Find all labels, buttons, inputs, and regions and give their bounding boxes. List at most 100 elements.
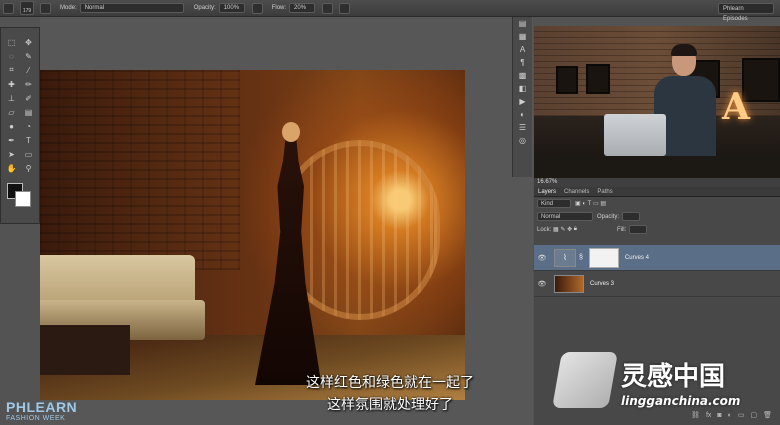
airbrush-icon[interactable] (322, 2, 334, 14)
lock-transparent-icon[interactable]: ▦ (553, 226, 559, 233)
lock-position-icon[interactable]: ✥ (567, 226, 572, 233)
curves-adjustment-icon: ⌇ (554, 248, 576, 267)
brush-tool-icon[interactable] (3, 2, 14, 14)
pen-tool-icon[interactable]: ✒ (4, 134, 19, 146)
tab-paths[interactable]: Paths (593, 189, 616, 195)
tools-panel: ⬚ ✥ ◌ ✎ ⌗ ⁄ ✚ ✏ ⊥ ✐ ▱ ▤ ● ◔ ✒ T ➤ ▭ ✋ ⚲ (0, 27, 40, 224)
filter-type-icon[interactable]: T (588, 201, 592, 207)
mode-select[interactable]: Normal (79, 3, 184, 13)
phlearn-brand: PHLEARN (6, 399, 78, 415)
pressure-opacity-icon[interactable] (251, 2, 263, 14)
info-panel-icon[interactable]: ▦ (513, 30, 532, 43)
visibility-eye-icon[interactable]: 👁︎ (534, 254, 550, 262)
mode-label: Mode: (60, 5, 77, 11)
blur-tool-icon[interactable]: ● (4, 120, 19, 132)
lingganchina-logo (552, 352, 618, 408)
layer-name: Curves 3 (590, 280, 615, 287)
wall-frame (586, 64, 610, 94)
side-table (40, 325, 130, 375)
actions-panel-icon[interactable]: ▶ (513, 95, 532, 108)
tab-layers[interactable]: Layers (534, 189, 560, 195)
healing-tool-icon[interactable]: ✚ (4, 78, 19, 90)
histogram-panel-icon[interactable]: ▤ (513, 17, 532, 30)
document-image[interactable] (40, 70, 465, 400)
layer-thumbnail (554, 274, 584, 293)
swatches-panel-icon[interactable]: ▩ (513, 69, 532, 82)
history-brush-tool-icon[interactable]: ✐ (21, 92, 36, 104)
video-desk (534, 154, 780, 178)
brush-preset-picker[interactable]: 179 (20, 1, 34, 15)
lingganchina-watermark: 灵感中国 lingganchina.com (552, 352, 780, 422)
layer-opacity-input[interactable] (622, 212, 641, 221)
adjustments-panel-icon[interactable]: ◐ (513, 108, 532, 121)
layer-filter-row: Kind ▣ ◐ T ▭ ▤ (534, 197, 780, 210)
model-head (282, 122, 300, 142)
path-select-tool-icon[interactable]: ➤ (4, 148, 19, 160)
mask-link-icon[interactable]: § (579, 254, 583, 261)
navigator-bar: 16.67% (534, 178, 780, 187)
marquee-tool-icon[interactable]: ⬚ (4, 36, 19, 48)
shape-tool-icon[interactable]: ▭ (21, 148, 36, 160)
layer-name: Curves 4 (624, 254, 649, 261)
lingganchina-cn: 灵感中国 (621, 362, 726, 392)
blend-row: Normal Opacity: (534, 210, 780, 223)
marquee-letter-sign: A (722, 86, 750, 128)
styles-panel-icon[interactable]: ◧ (513, 82, 532, 95)
laptop (604, 114, 666, 156)
phlearn-watermark: PHLEARN FASHION WEEK (6, 399, 77, 422)
panel-dock: ▤ ▦ A ¶ ▩ ◧ ▶ ◐ ☰ ◎ (512, 17, 532, 177)
properties-panel-icon[interactable]: ☰ (513, 121, 532, 134)
brush-panel-toggle-icon[interactable] (40, 2, 51, 14)
kind-filter-select[interactable]: Kind (537, 199, 571, 208)
quick-select-tool-icon[interactable]: ✎ (21, 50, 36, 62)
fill-input[interactable] (629, 225, 648, 234)
layer-row[interactable]: 👁︎ ⌇ § Curves 4 (534, 245, 780, 271)
lock-all-icon[interactable]: 🔒︎ (574, 226, 577, 233)
options-bar: 179 Mode: Normal Opacity: 100% Flow: 20%… (0, 0, 780, 22)
pressure-size-icon[interactable] (339, 2, 351, 14)
filter-adjustment-icon[interactable]: ◐ (582, 201, 586, 207)
brush-size: 179 (22, 8, 32, 14)
wall-frame (556, 66, 578, 94)
flow-label: Flow: (271, 5, 287, 11)
background-color-swatch[interactable] (15, 191, 31, 207)
tab-channels[interactable]: Channels (560, 189, 593, 195)
filter-pixel-icon[interactable]: ▣ (575, 200, 581, 207)
gradient-tool-icon[interactable]: ▤ (21, 106, 36, 118)
photoshop-window: 179 Mode: Normal Opacity: 100% Flow: 20%… (0, 0, 780, 425)
crop-tool-icon[interactable]: ⌗ (4, 64, 19, 76)
flow-input[interactable]: 20% (289, 3, 316, 13)
lock-label: Lock: (537, 226, 552, 233)
panel-tabs: Layers Channels Paths (534, 187, 780, 197)
presenter-video: A (534, 26, 780, 178)
fill-label: Fill: (616, 226, 627, 233)
filter-shape-icon[interactable]: ▭ (593, 200, 599, 207)
paragraph-panel-icon[interactable]: ¶ (513, 56, 532, 69)
workspace-select[interactable]: Phlearn Episodes (718, 3, 774, 22)
lock-row: Lock: ▦ ✎ ✥ 🔒︎ Fill: (534, 223, 780, 236)
zoom-tool-icon[interactable]: ⚲ (21, 162, 36, 174)
visibility-eye-icon[interactable]: 👁︎ (534, 280, 550, 288)
filter-smart-icon[interactable]: ▤ (600, 200, 606, 207)
layer-row[interactable]: 👁︎ Curves 3 (534, 271, 780, 297)
opacity-label: Opacity: (597, 213, 620, 220)
dodge-tool-icon[interactable]: ◔ (21, 120, 36, 132)
opacity-input[interactable]: 100% (218, 3, 245, 13)
hand-tool-icon[interactable]: ✋ (4, 162, 19, 174)
lasso-tool-icon[interactable]: ◌ (4, 50, 19, 62)
eraser-tool-icon[interactable]: ▱ (4, 106, 19, 118)
type-tool-icon[interactable]: T (21, 134, 36, 146)
document-canvas-area (40, 17, 533, 425)
layer-mask-thumbnail[interactable] (588, 247, 619, 268)
move-tool-icon[interactable]: ✥ (21, 36, 36, 48)
opacity-label: Opacity: (193, 5, 216, 11)
blend-mode-select[interactable]: Normal (537, 212, 593, 221)
zoom-level[interactable]: 16.67% (537, 179, 557, 185)
masks-panel-icon[interactable]: ◎ (513, 134, 532, 147)
eyedropper-tool-icon[interactable]: ⁄ (21, 64, 36, 76)
character-panel-icon[interactable]: A (513, 43, 532, 56)
lock-pixels-icon[interactable]: ✎ (560, 226, 565, 233)
brush-tool-icon[interactable]: ✏ (21, 78, 36, 90)
stamp-tool-icon[interactable]: ⊥ (4, 92, 19, 104)
lingganchina-url: lingganchina.com (621, 394, 741, 408)
